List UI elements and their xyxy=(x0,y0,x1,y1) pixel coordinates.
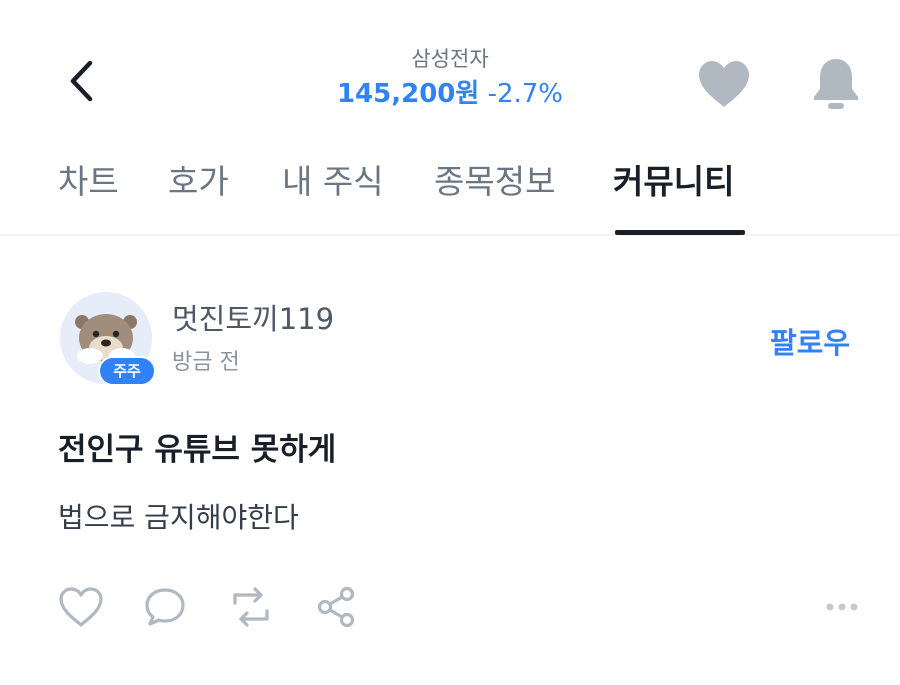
shareholder-badge: 주주 xyxy=(98,356,156,386)
bell-icon xyxy=(814,59,858,109)
post-time: 방금 전 xyxy=(172,350,240,375)
post-actions xyxy=(0,584,900,634)
share-icon xyxy=(317,586,355,628)
tab-chart[interactable]: 차트 xyxy=(58,160,119,220)
comment-icon xyxy=(145,588,185,626)
post-body: 법으로 금지해야한다 xyxy=(58,501,299,534)
heart-icon xyxy=(699,61,749,107)
notification-button[interactable] xyxy=(806,54,866,114)
price-change: -2.7% xyxy=(487,79,564,109)
stock-price: 145,200원 xyxy=(336,79,480,109)
tab-stock-info[interactable]: 종목정보 xyxy=(434,160,555,220)
stock-title: 삼성전자 145,200원 -2.7% xyxy=(250,44,650,114)
tab-orderbook[interactable]: 호가 xyxy=(168,160,229,220)
tab-bar: 차트 호가 내 주식 종목정보 커뮤니티 xyxy=(0,150,900,236)
back-button[interactable] xyxy=(58,58,104,104)
share-button[interactable] xyxy=(311,584,361,630)
tab-my-stock[interactable]: 내 주식 xyxy=(282,160,384,220)
author-name[interactable]: 멋진토끼119 xyxy=(172,296,334,338)
post-title: 전인구 유튜브 못하게 xyxy=(58,432,337,468)
repost-icon xyxy=(233,587,269,627)
stock-name: 삼성전자 xyxy=(411,47,489,71)
more-button[interactable] xyxy=(817,584,867,630)
more-icon xyxy=(826,603,858,611)
app-header: 삼성전자 145,200원 -2.7% xyxy=(0,0,900,140)
chevron-left-icon xyxy=(70,60,93,102)
repost-button[interactable] xyxy=(226,584,276,630)
like-button[interactable] xyxy=(56,584,106,630)
tab-community[interactable]: 커뮤니티 xyxy=(613,160,734,220)
price-line: 145,200원 -2.7% xyxy=(250,74,650,114)
heart-icon xyxy=(59,587,103,627)
favorite-button[interactable] xyxy=(694,54,754,114)
active-tab-indicator xyxy=(615,230,745,235)
comment-button[interactable] xyxy=(140,584,190,630)
follow-button[interactable]: 팔로우 xyxy=(770,320,850,362)
